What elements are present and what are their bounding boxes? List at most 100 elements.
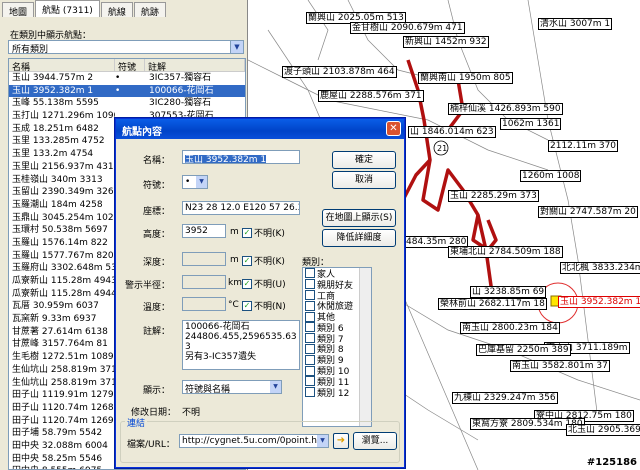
- cell-symbol: •: [115, 85, 121, 96]
- map-label[interactable]: 1260m 1008: [520, 170, 582, 182]
- display-select[interactable]: 符號與名稱 ▼: [182, 380, 282, 394]
- altitude-input[interactable]: 3952: [182, 224, 226, 238]
- map-label[interactable]: 南玉山 2800.23m 184: [460, 322, 560, 334]
- checkbox-label: 不明(K): [254, 257, 285, 267]
- table-row[interactable]: 玉峰 55.138m 5595 3IC280-獨容石: [9, 97, 245, 110]
- map-label[interactable]: 對關山 2747.587m 20: [538, 206, 638, 218]
- cancel-button[interactable]: 取消: [332, 171, 396, 189]
- cell-note: 3IC357-獨容石: [149, 73, 212, 83]
- tab-map[interactable]: 地圖: [2, 2, 35, 18]
- cell-name: 玉環村 50.538m 5697: [12, 225, 108, 236]
- table-row[interactable]: 玉山 3944.757m 2 • 3IC357-獨容石: [9, 72, 245, 85]
- checkbox[interactable]: [305, 311, 315, 322]
- map-label[interactable]: 榮林前山 2682.117m 18: [438, 298, 547, 310]
- alert-radius-input[interactable]: [182, 275, 226, 289]
- chevron-down-icon[interactable]: ▼: [270, 381, 281, 393]
- map-label[interactable]: 蘭興南山 1950m 805: [418, 72, 513, 84]
- cell-name: 田子山 1120.74m 1268: [12, 402, 114, 413]
- map-label[interactable]: 鹿屋山 2288.576m 371: [318, 90, 424, 102]
- map-label[interactable]: 2112.11m 370: [548, 140, 619, 152]
- checkbox-label: 不明(K): [254, 229, 285, 239]
- map-label[interactable]: 渡子頭山 2103.878m 464: [282, 66, 397, 78]
- cell-name: 玉羅山 1577.767m 820: [12, 250, 114, 261]
- comment-textarea[interactable]: 100066-花岡石 244806.455,2596535.63 3 另有3-I…: [182, 320, 300, 370]
- tab-waypoints[interactable]: 航點 (7311): [35, 0, 100, 17]
- map-label[interactable]: 新興山 1452m 932: [403, 36, 489, 48]
- chevron-down-icon[interactable]: ▼: [317, 435, 328, 447]
- map-label[interactable]: 楠梓仙溪 1426.893m 590: [448, 103, 563, 115]
- checkbox[interactable]: [305, 300, 315, 311]
- checkbox[interactable]: [305, 365, 315, 376]
- ok-button[interactable]: 確定: [332, 151, 396, 169]
- coordinate-input[interactable]: N23 28 12.0 E120 57 26.3: [182, 201, 300, 215]
- comment-line: 另有3-IC357遺失: [185, 352, 257, 362]
- cell-name: 田中央 8.555m 6975: [9, 465, 115, 469]
- close-icon[interactable]: ✕: [386, 121, 401, 136]
- show-on-map-button[interactable]: 在地圖上顯示(S): [322, 209, 396, 227]
- checkbox[interactable]: [305, 268, 315, 279]
- cell-name: 甘蔗峰 3157.764m 81: [12, 339, 108, 350]
- tab-routes[interactable]: 航線: [100, 2, 133, 18]
- display-value: 符號與名稱: [185, 385, 231, 394]
- chevron-down-icon[interactable]: ▼: [196, 176, 207, 188]
- link-url-input[interactable]: http://cygnet.5u.com/0point.htm ▼: [179, 434, 329, 448]
- column-header-name[interactable]: 名稱: [9, 59, 115, 73]
- name-input[interactable]: 玉山 3952.382m 1: [182, 150, 300, 164]
- checkbox[interactable]: [305, 343, 315, 354]
- map-label[interactable]: 1062m 1361: [500, 118, 562, 130]
- checkbox[interactable]: [305, 387, 315, 398]
- category-scrollbar[interactable]: [359, 268, 371, 426]
- cell-note: 100066-花岡石: [149, 85, 214, 96]
- map-label[interactable]: 山 3238.85m 69: [470, 286, 547, 298]
- map-label[interactable]: 南玉山 3582.801m 37: [510, 360, 610, 372]
- table-row[interactable]: 玉山 3952.382m 1 • 100066-花岡石: [9, 84, 245, 98]
- cell-name: 玉峰 55.138m 5595: [12, 98, 99, 109]
- symbol-label: 符號：: [142, 181, 170, 191]
- map-label[interactable]: 北北楓 3833.234m: [560, 262, 640, 274]
- column-header-note[interactable]: 註解: [145, 59, 245, 73]
- link-url-value: http://cygnet.5u.com/0point.htm: [182, 436, 329, 446]
- category-filter-select[interactable]: 所有類別 ▼: [8, 40, 244, 55]
- cell-name: 生仙坑山 258.819m 3713: [12, 364, 115, 375]
- checkbox[interactable]: [305, 279, 315, 290]
- checkbox[interactable]: [305, 322, 315, 333]
- checkbox[interactable]: [305, 289, 315, 300]
- map-label[interactable]: 東埔北山 2784.509m 188: [448, 246, 563, 258]
- list-header: 名稱 符號 註解: [9, 59, 245, 73]
- map-label[interactable]: 玉山 2285.29m 373: [448, 190, 539, 202]
- lower-detail-button[interactable]: 降低詳細度: [322, 229, 396, 247]
- map-label[interactable]: 九棟山 2329.247m 356: [452, 392, 558, 404]
- checkbox-label: 不明(N): [254, 302, 286, 312]
- svg-text:21: 21: [437, 144, 447, 153]
- symbol-select[interactable]: • ▼: [182, 175, 208, 189]
- altitude-unknown-checkbox[interactable]: ✓ 不明(K): [242, 226, 285, 239]
- cell-name: 玉里 133.285m 4752: [12, 136, 105, 147]
- go-link-icon[interactable]: ➜: [333, 433, 349, 449]
- map-label[interactable]: 金甘樹山 2090.679m 471: [350, 22, 465, 34]
- radius-unknown-checkbox[interactable]: ✓ 不明(U): [242, 277, 286, 290]
- cell-name: 玉山 3944.757m 2: [12, 73, 94, 83]
- column-header-symbol[interactable]: 符號: [115, 59, 145, 73]
- cell-name: 瓦厝 30.959m 6037: [12, 301, 99, 312]
- depth-input[interactable]: [182, 252, 226, 266]
- link-group-title: 連結: [125, 416, 148, 429]
- tab-tracks[interactable]: 航跡: [133, 2, 166, 18]
- browse-button[interactable]: 瀏覽...: [353, 432, 397, 450]
- cell-name: 玉成 18.251m 6482: [12, 123, 99, 134]
- temperature-input[interactable]: [182, 297, 226, 311]
- map-label[interactable]: 清水山 3007m 1: [538, 18, 613, 30]
- map-label[interactable]: 巴庫基留 2250m 389: [476, 344, 571, 356]
- map-label[interactable]: 山 1846.014m 623: [408, 126, 496, 138]
- waypoint-properties-dialog: 航點內容 ✕ 名稱： 玉山 3952.382m 1 符號： • ▼ 座標： N23…: [115, 118, 405, 468]
- checkbox[interactable]: [305, 376, 315, 387]
- chevron-down-icon[interactable]: ▼: [230, 41, 243, 53]
- checkbox[interactable]: [305, 354, 315, 365]
- selected-map-label[interactable]: 玉山 3952.382m 1: [558, 296, 640, 308]
- depth-unknown-checkbox[interactable]: ✓ 不明(K): [242, 254, 285, 267]
- map-label[interactable]: 北玉山 2905.369m: [566, 424, 640, 436]
- category-list[interactable]: 家人 親朋好友 工商 休閒旅遊 其他 類別 6 類別 7 類別 8 類別 9 類別 10 類別 11…: [302, 267, 372, 427]
- link-label: 檔案/URL：: [127, 440, 175, 450]
- checkbox[interactable]: [305, 333, 315, 344]
- name-value: 玉山 3952.382m 1: [185, 155, 267, 164]
- temperature-unknown-checkbox[interactable]: ✓ 不明(N): [242, 299, 286, 312]
